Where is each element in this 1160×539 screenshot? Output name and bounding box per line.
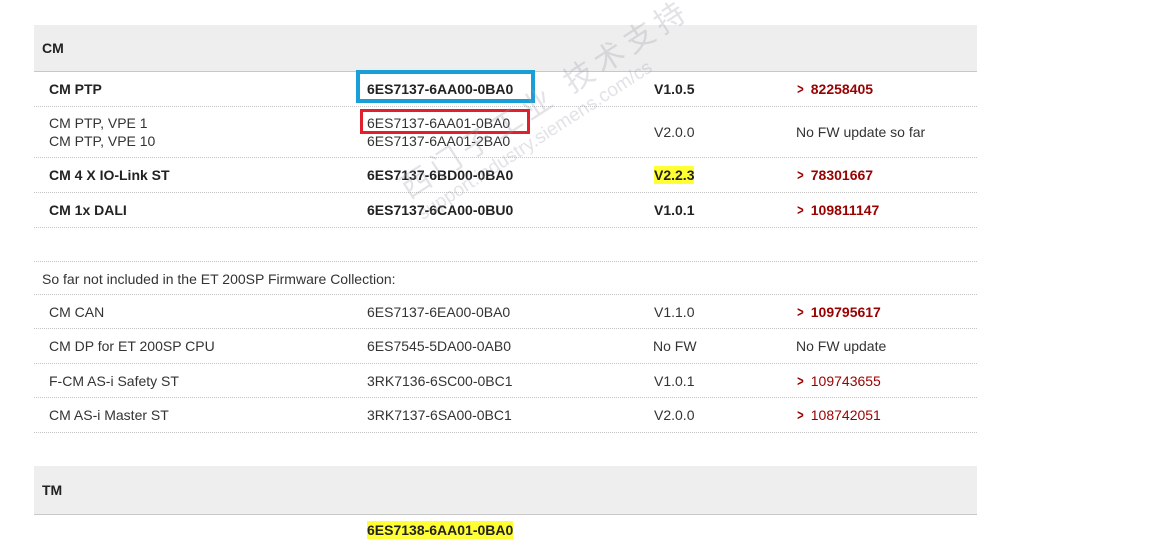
- order-number: 6ES7138-6AA01-0BA0: [367, 521, 514, 539]
- module-name: CM PTP: [49, 81, 102, 97]
- module-name: CM PTP, VPE 10: [49, 133, 156, 149]
- order-number: 6ES7545-5DA00-0AB0: [367, 338, 511, 354]
- chevron-right-icon: >: [797, 202, 804, 219]
- fw-note: No FW update: [796, 338, 887, 354]
- chevron-right-icon: >: [797, 304, 804, 321]
- firmware-version: V1.0.1: [654, 202, 695, 218]
- module-name: CM DP for ET 200SP CPU: [49, 338, 215, 354]
- section-header-cm: CM: [34, 25, 977, 72]
- order-number: 3RK7136-6SC00-0BC1: [367, 373, 513, 389]
- module-name: CM 4 X IO-Link ST: [49, 167, 170, 183]
- order-number: 3RK7137-6SA00-0BC1: [367, 407, 512, 423]
- fw-note: No FW update so far: [796, 124, 926, 140]
- firmware-version: No FW: [653, 338, 697, 354]
- section-header-tm: TM: [34, 466, 977, 515]
- module-name: CM CAN: [49, 304, 105, 320]
- chevron-right-icon: >: [797, 81, 804, 98]
- table-row: CM 1x DALI 6ES7137-6CA00-0BU0 V1.0.1 >10…: [34, 193, 977, 228]
- table-row: CM AS-i Master ST 3RK7137-6SA00-0BC1 V2.…: [34, 398, 977, 433]
- note-row: So far not included in the ET 200SP Firm…: [34, 262, 977, 295]
- table-row: 6ES7138-6AA01-0BA0: [34, 515, 977, 539]
- firmware-version: V2.0.0: [654, 407, 695, 423]
- download-link[interactable]: >108742051: [796, 406, 881, 425]
- chevron-right-icon: >: [797, 407, 804, 424]
- table-row: CM CAN 6ES7137-6EA00-0BA0 V1.1.0 >109795…: [34, 295, 977, 329]
- download-link[interactable]: >109743655: [796, 372, 881, 391]
- download-link[interactable]: >82258405: [796, 80, 873, 99]
- section-title: CM: [42, 40, 64, 56]
- download-link[interactable]: >109795617: [796, 303, 881, 322]
- module-name: CM PTP, VPE 1: [49, 115, 148, 131]
- order-number: 6ES7137-6EA00-0BA0: [367, 304, 511, 320]
- table-row: F-CM AS-i Safety ST 3RK7136-6SC00-0BC1 V…: [34, 364, 977, 398]
- section-title: TM: [42, 482, 63, 498]
- download-link[interactable]: >78301667: [796, 166, 873, 185]
- module-name: F-CM AS-i Safety ST: [49, 373, 179, 389]
- table-row: CM DP for ET 200SP CPU 6ES7545-5DA00-0AB…: [34, 329, 977, 364]
- module-name: CM AS-i Master ST: [49, 407, 169, 423]
- collection-note: So far not included in the ET 200SP Firm…: [42, 271, 396, 287]
- chevron-right-icon: >: [797, 373, 804, 390]
- firmware-version: V2.2.3: [654, 166, 695, 184]
- firmware-version: V1.1.0: [654, 304, 695, 320]
- firmware-version: V1.0.1: [654, 373, 695, 389]
- download-link[interactable]: >109811147: [796, 201, 879, 220]
- module-name: CM 1x DALI: [49, 202, 127, 218]
- firmware-version: V1.0.5: [654, 81, 695, 97]
- chevron-right-icon: >: [797, 167, 804, 184]
- firmware-version: V2.0.0: [654, 124, 695, 140]
- empty-row: [34, 228, 977, 262]
